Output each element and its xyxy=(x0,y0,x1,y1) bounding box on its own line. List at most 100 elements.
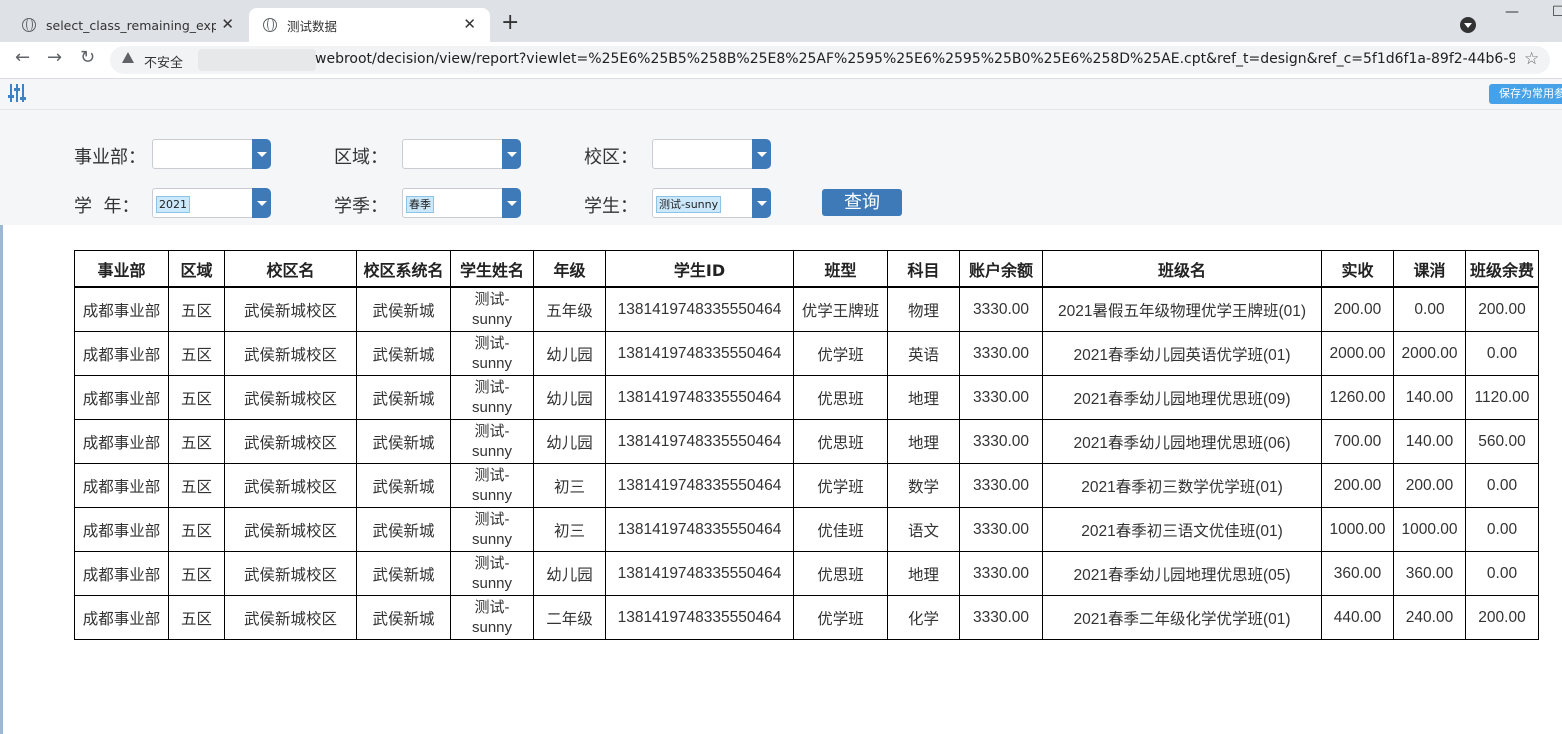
forward-arrow-icon[interactable]: → xyxy=(47,47,62,68)
table-cell: 地理 xyxy=(887,375,960,420)
table-cell: 3330.00 xyxy=(959,507,1043,552)
table-cell: 幼儿园 xyxy=(533,551,606,596)
table-cell: 五区 xyxy=(168,375,225,420)
table-row: 成都事业部 五区 武侯新城校区 武侯新城 测试-sunny 二年级 138141974833… xyxy=(74,595,1539,640)
new-tab-button[interactable]: + xyxy=(501,10,519,35)
browser-tab-active[interactable]: 测试数据 ✕ xyxy=(249,8,490,42)
table-cell: 地理 xyxy=(887,551,960,596)
table-cell: 700.00 xyxy=(1321,419,1394,464)
table-cell: 优佳班 xyxy=(793,507,888,552)
year-label: 学 年： xyxy=(74,196,140,217)
table-cell: 初三 xyxy=(533,507,606,552)
table-row: 成都事业部 五区 武侯新城校区 武侯新城 测试-sunny 五年级 138141974833… xyxy=(74,286,1539,332)
season-select[interactable]: 春季 xyxy=(402,188,522,218)
season-input[interactable]: 春季 xyxy=(402,188,504,218)
close-tab-icon[interactable]: ✕ xyxy=(463,15,476,33)
table-cell: 测试-sunny xyxy=(450,507,534,552)
year-select[interactable]: 2021 xyxy=(152,188,272,218)
table-cell: 初三 xyxy=(533,463,606,508)
parameter-panel: 事业部： 区域： 校区： 学 年： 2021 学季： 春季 学生： 测试-sun… xyxy=(0,110,1562,225)
table-row: 成都事业部 五区 武侯新城校区 武侯新城 测试-sunny 初三 1381419748335… xyxy=(74,463,1539,508)
table-cell: 武侯新城校区 xyxy=(224,375,357,420)
table-cell: 1381419748335550464 xyxy=(605,331,794,376)
table-cell: 2021春季幼儿园英语优学班(01) xyxy=(1042,331,1322,376)
region-label: 区域： xyxy=(334,147,388,168)
browser-toolbar: ← → ↻ 不安全 webroot/decision/view/report?v… xyxy=(0,42,1562,79)
table-cell: 3330.00 xyxy=(959,419,1043,464)
globe-icon xyxy=(263,18,277,32)
table-cell: 五区 xyxy=(168,507,225,552)
table-cell: 优思班 xyxy=(793,419,888,464)
table-cell: 140.00 xyxy=(1393,419,1466,464)
table-cell: 五区 xyxy=(168,286,225,332)
table-cell: 1381419748335550464 xyxy=(605,507,794,552)
column-header: 学生ID xyxy=(605,250,794,288)
table-cell: 武侯新城 xyxy=(356,507,451,552)
table-cell: 武侯新城 xyxy=(356,463,451,508)
address-bar[interactable]: 不安全 webroot/decision/view/report?viewlet… xyxy=(110,46,1550,74)
table-cell: 2021春季幼儿园地理优思班(06) xyxy=(1042,419,1322,464)
tab-title: 测试数据 xyxy=(287,18,338,34)
table-cell: 武侯新城 xyxy=(356,375,451,420)
minimize-window-icon[interactable]: — xyxy=(1505,4,1519,20)
save-common-params-button[interactable]: 保存为常用参数 xyxy=(1489,84,1562,104)
division-input[interactable] xyxy=(152,139,254,169)
table-cell: 3330.00 xyxy=(959,595,1043,640)
bookmark-star-icon[interactable]: ☆ xyxy=(1524,49,1539,69)
tab-search-icon[interactable] xyxy=(1460,17,1476,33)
table-cell: 1381419748335550464 xyxy=(605,595,794,640)
browser-tab-bar: select_class_remaining_expense ✕ 测试数据 ✕ … xyxy=(0,0,1562,42)
maximize-window-icon[interactable]: ☐ xyxy=(1552,4,1562,20)
chevron-down-icon[interactable] xyxy=(752,139,771,169)
chevron-down-icon[interactable] xyxy=(502,188,521,218)
table-cell: 1260.00 xyxy=(1321,375,1394,420)
table-cell: 1381419748335550464 xyxy=(605,551,794,596)
student-value-tag: 测试-sunny xyxy=(656,196,722,213)
chevron-down-icon[interactable] xyxy=(502,139,521,169)
year-input[interactable]: 2021 xyxy=(152,188,254,218)
student-input[interactable]: 测试-sunny xyxy=(652,188,754,218)
table-cell: 成都事业部 xyxy=(74,286,169,332)
region-select[interactable] xyxy=(402,139,522,169)
chevron-down-icon[interactable] xyxy=(252,139,271,169)
table-cell: 武侯新城校区 xyxy=(224,507,357,552)
table-cell: 成都事业部 xyxy=(74,507,169,552)
campus-select[interactable] xyxy=(652,139,772,169)
table-row: 成都事业部 五区 武侯新城校区 武侯新城 测试-sunny 幼儿园 138141974833… xyxy=(74,331,1539,376)
chevron-down-icon[interactable] xyxy=(252,188,271,218)
column-header: 年级 xyxy=(533,250,606,288)
student-select[interactable]: 测试-sunny xyxy=(652,188,772,218)
table-row: 成都事业部 五区 武侯新城校区 武侯新城 测试-sunny 幼儿园 138141974833… xyxy=(74,375,1539,420)
campus-input[interactable] xyxy=(652,139,754,169)
url-text[interactable]: webroot/decision/view/report?viewlet=%25… xyxy=(315,51,1515,67)
table-cell: 1381419748335550464 xyxy=(605,286,794,332)
table-cell: 武侯新城 xyxy=(356,595,451,640)
browser-tab[interactable]: select_class_remaining_expense ✕ xyxy=(8,8,248,42)
table-cell: 武侯新城 xyxy=(356,331,451,376)
insecure-label[interactable]: 不安全 xyxy=(144,52,183,71)
table-cell: 武侯新城校区 xyxy=(224,286,357,332)
reload-icon[interactable]: ↻ xyxy=(80,47,95,68)
parameter-settings-icon[interactable] xyxy=(8,84,26,102)
back-arrow-icon[interactable]: ← xyxy=(15,47,30,68)
table-cell: 成都事业部 xyxy=(74,463,169,508)
table-cell: 1381419748335550464 xyxy=(605,419,794,464)
warning-icon[interactable] xyxy=(122,52,134,63)
table-cell: 2021春季幼儿园地理优思班(09) xyxy=(1042,375,1322,420)
table-cell: 1381419748335550464 xyxy=(605,463,794,508)
query-button[interactable]: 查询 xyxy=(822,189,902,216)
table-cell: 幼儿园 xyxy=(533,331,606,376)
table-row: 成都事业部 五区 武侯新城校区 武侯新城 测试-sunny 幼儿园 138141974833… xyxy=(74,551,1539,596)
table-cell: 优学班 xyxy=(793,463,888,508)
table-cell: 成都事业部 xyxy=(74,595,169,640)
table-cell: 武侯新城校区 xyxy=(224,331,357,376)
region-input[interactable] xyxy=(402,139,504,169)
chevron-down-icon[interactable] xyxy=(752,188,771,218)
table-cell: 0.00 xyxy=(1465,507,1539,552)
column-header: 科目 xyxy=(887,250,960,288)
table-cell: 语文 xyxy=(887,507,960,552)
table-cell: 优思班 xyxy=(793,551,888,596)
division-select[interactable] xyxy=(152,139,272,169)
close-tab-icon[interactable]: ✕ xyxy=(221,15,234,33)
table-cell: 测试-sunny xyxy=(450,595,534,640)
